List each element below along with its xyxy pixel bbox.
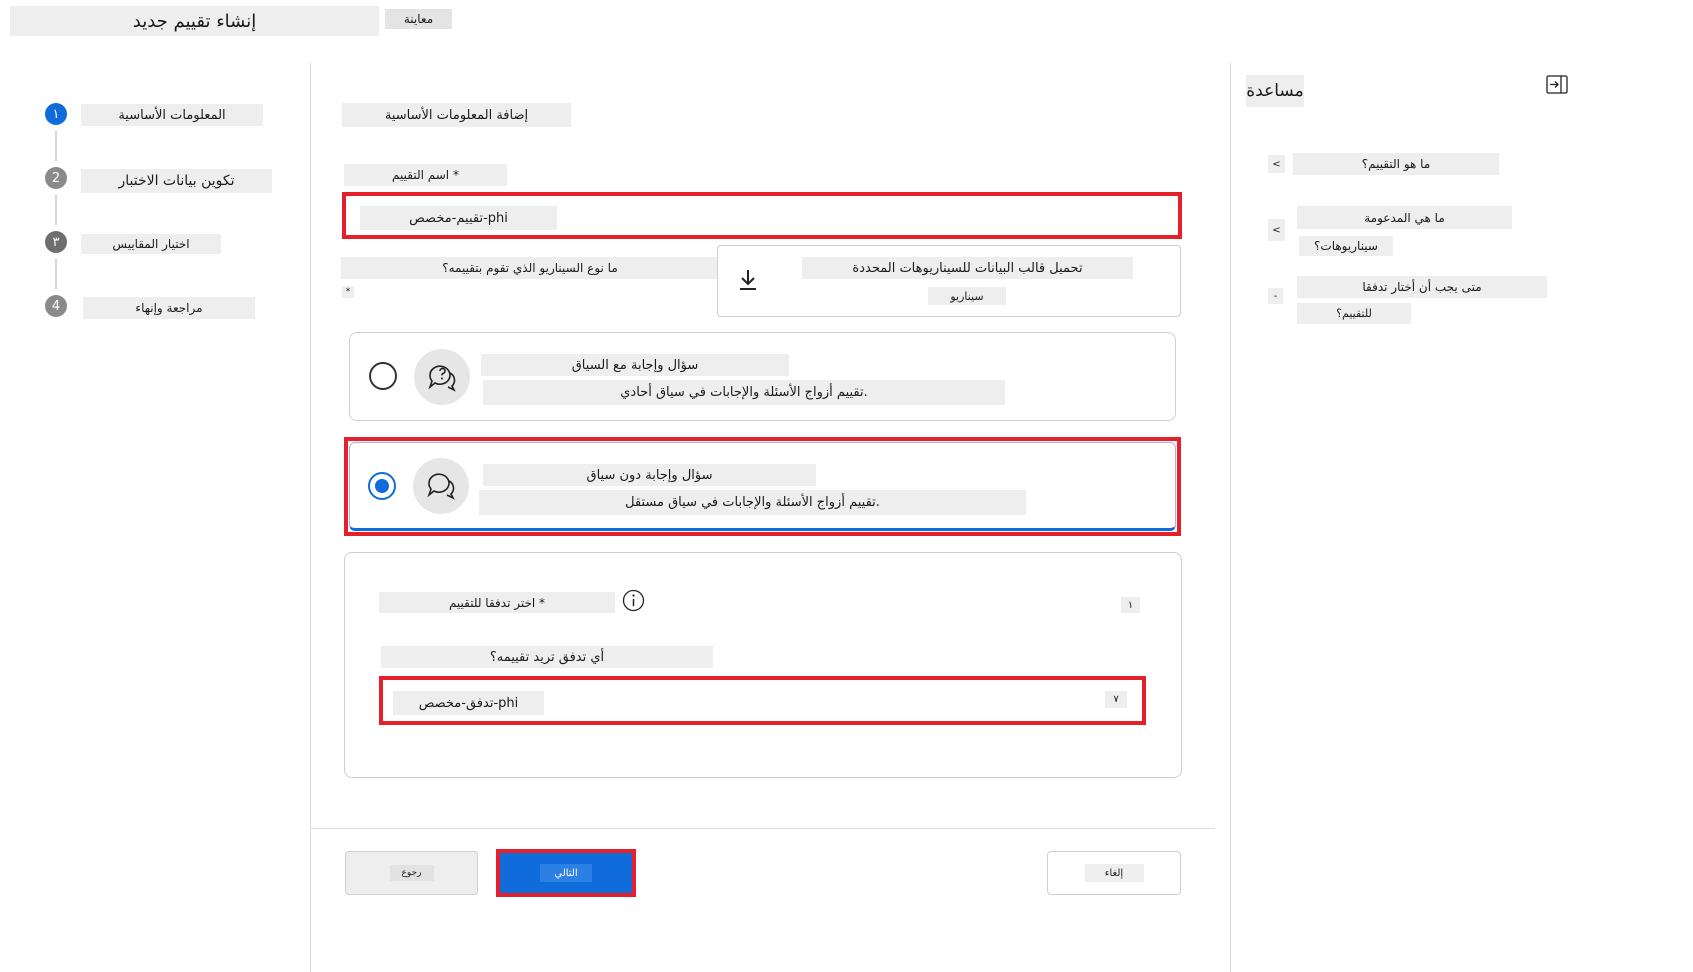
collapse-panel-icon[interactable] xyxy=(1546,75,1568,94)
name-label: اسم التقييم * xyxy=(344,164,507,186)
step-1-label[interactable]: المعلومات الأساسية xyxy=(81,104,263,126)
flow-badge: ١ xyxy=(1121,597,1140,613)
step-connector xyxy=(55,259,57,289)
step-4-indicator: 4 xyxy=(45,295,67,317)
help-item-3-chevron[interactable]: - xyxy=(1268,288,1283,304)
help-item-1-title[interactable]: ما هو التقييم؟ xyxy=(1293,153,1499,175)
flow-question: أي تدفق تريد تقييمه؟ xyxy=(381,646,713,668)
page-title: إنشاء تقييم جديد xyxy=(10,6,379,36)
chat-bubbles-icon xyxy=(413,458,469,514)
preview-badge[interactable]: معاينة xyxy=(385,9,452,29)
download-template-title: تحميل قالب البيانات للسيناريوهات المحددة xyxy=(802,257,1133,279)
cancel-button[interactable]: إلغاء xyxy=(1047,851,1181,895)
help-item-1-chevron[interactable]: < xyxy=(1268,155,1285,173)
scenario-radio-without-context[interactable] xyxy=(368,472,396,500)
download-template-card[interactable] xyxy=(717,245,1181,317)
help-item-2-title-cont[interactable]: سيناريوهات؟ xyxy=(1299,236,1393,256)
step-connector xyxy=(55,131,57,161)
option-2-title: سؤال وإجابة دون سياق xyxy=(483,464,816,486)
back-button-label: رجوع xyxy=(389,865,434,881)
step-3-indicator: ٣ xyxy=(45,231,67,253)
scenario-required-mark: * xyxy=(342,286,354,298)
scenario-label: ما نوع السيناريو الذي تقوم بتقييمه؟ xyxy=(341,257,719,279)
help-item-2-chevron[interactable]: < xyxy=(1268,219,1285,241)
next-button[interactable]: التالي xyxy=(500,853,632,893)
step-2-label[interactable]: تكوين بيانات الاختبار xyxy=(81,169,272,193)
next-button-label: التالي xyxy=(540,864,592,882)
help-item-2-title[interactable]: ما هي المدعومة xyxy=(1297,206,1512,229)
evaluation-name-value: تقييم-مخصص-phi xyxy=(360,206,557,230)
flow-dropdown-value: تدفق-مخصص-phi xyxy=(393,691,544,715)
step-2-indicator: 2 xyxy=(45,167,67,189)
step-1-indicator: ١ xyxy=(45,103,67,125)
info-icon[interactable] xyxy=(622,589,645,612)
right-divider xyxy=(1230,63,1231,972)
chevron-down-icon[interactable]: ٧ xyxy=(1105,691,1127,708)
step-4-label[interactable]: مراجعة وإنهاء xyxy=(83,297,255,319)
download-template-subtitle: سيناريو xyxy=(928,287,1006,305)
help-item-3-title-cont[interactable]: للتقييم؟ xyxy=(1297,303,1411,324)
left-divider xyxy=(310,63,311,972)
option-1-description: تقييم أزواج الأسئلة والإجابات في سياق أح… xyxy=(483,380,1005,405)
cancel-button-label: إلغاء xyxy=(1084,864,1144,882)
step-3-label[interactable]: اختيار المقاييس xyxy=(81,234,221,254)
section-title: إضافة المعلومات الأساسية xyxy=(342,103,571,127)
scenario-option-qa-with-context[interactable] xyxy=(349,332,1176,421)
footer-divider xyxy=(311,828,1215,829)
back-button[interactable]: رجوع xyxy=(345,851,478,895)
flow-label: اختر تدفقا للتقييم * xyxy=(379,592,615,613)
radio-selected-dot xyxy=(375,479,389,493)
scenario-option-qa-without-context[interactable] xyxy=(349,442,1176,531)
download-icon xyxy=(737,268,759,292)
help-title: مساعدة xyxy=(1246,75,1304,107)
scenario-radio-with-context[interactable] xyxy=(369,362,397,390)
help-item-3-title[interactable]: متى يجب أن أختار تدفقا xyxy=(1297,276,1547,298)
step-connector xyxy=(55,195,57,225)
option-2-description: تقييم أزواج الأسئلة والإجابات في سياق مس… xyxy=(479,490,1026,515)
option-1-title: سؤال وإجابة مع السياق xyxy=(481,354,789,376)
chat-question-icon xyxy=(414,349,470,405)
